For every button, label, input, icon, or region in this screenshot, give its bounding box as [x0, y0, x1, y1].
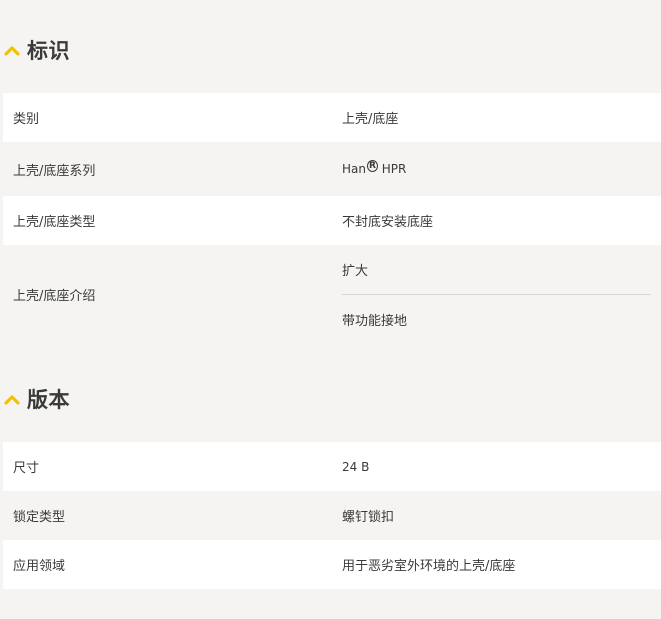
row-value: 上壳/底座: [342, 112, 399, 127]
row-label: 上壳/底座类型: [13, 215, 96, 230]
section-header-version[interactable]: 版本: [0, 384, 70, 414]
value-main: Han: [342, 162, 366, 176]
row-value: 螺钉锁扣: [342, 510, 395, 525]
row-value: 用于恶劣室外环境的上壳/底座: [342, 559, 516, 574]
table-row: 上壳/底座类型 不封底安装底座: [3, 196, 661, 245]
row-value: 扩大: [342, 264, 369, 279]
registered-mark: R: [366, 160, 378, 172]
row-label: 上壳/底座介绍: [13, 289, 96, 304]
section-title: 标识: [27, 39, 70, 63]
row-label: 锁定类型: [13, 510, 66, 525]
table-row: 类别 上壳/底座: [3, 93, 661, 142]
version-table: 尺寸 24 B 锁定类型 螺钉锁扣 应用领域 用于恶劣室外环境的上壳/底座: [3, 442, 661, 589]
row-value: 带功能接地: [342, 294, 651, 344]
row-label: 应用领域: [13, 559, 66, 574]
row-label: 类别: [13, 112, 40, 127]
table-row: 尺寸 24 B: [3, 442, 661, 491]
row-value: 不封底安装底座: [342, 215, 434, 230]
identification-table: 类别 上壳/底座 上壳/底座系列 Han R HPR 上壳/底座类型 不封底安装底…: [3, 93, 661, 344]
value-rest: HPR: [377, 162, 407, 176]
chevron-up-icon[interactable]: [1, 40, 23, 60]
row-value-list: 扩大 带功能接地: [332, 245, 661, 344]
row-label: 尺寸: [13, 461, 40, 476]
row-value: Han R HPR: [332, 160, 661, 176]
row-value: 24 B: [342, 459, 370, 474]
table-row: 上壳/底座系列 Han R HPR: [3, 142, 661, 196]
section-title: 版本: [27, 388, 70, 412]
table-row: 上壳/底座介绍 扩大 带功能接地: [3, 245, 661, 344]
table-row: 锁定类型 螺钉锁扣: [3, 491, 661, 540]
table-row: 应用领域 用于恶劣室外环境的上壳/底座: [3, 540, 661, 589]
chevron-up-icon[interactable]: [1, 389, 23, 409]
row-label: 上壳/底座系列: [13, 163, 96, 179]
section-header-identification[interactable]: 标识: [0, 35, 70, 65]
